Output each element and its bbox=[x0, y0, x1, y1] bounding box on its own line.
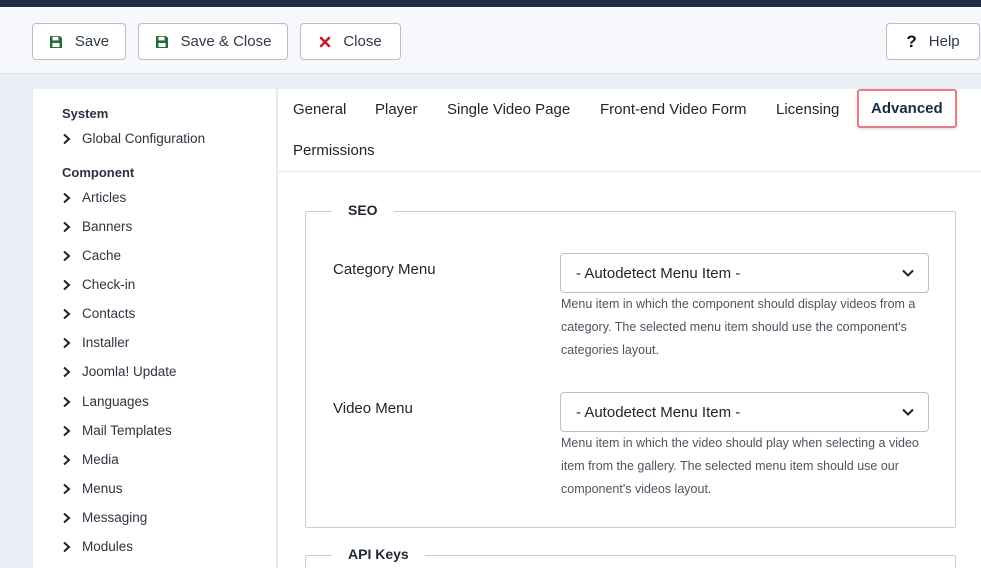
video-menu-value: - Autodetect Menu Item - bbox=[576, 403, 741, 421]
sidebar-item-contacts[interactable]: Contacts bbox=[62, 306, 135, 321]
close-button[interactable]: Close bbox=[300, 23, 401, 60]
chevron-down-icon bbox=[901, 405, 915, 423]
sidebar-item-label: Global Configuration bbox=[82, 131, 206, 146]
chevron-right-icon bbox=[62, 512, 82, 524]
category-menu-value: - Autodetect Menu Item - bbox=[576, 264, 741, 282]
help-button-label: Help bbox=[928, 33, 960, 50]
tab-player[interactable]: Player bbox=[375, 101, 418, 118]
tab-front-end-video-form[interactable]: Front-end Video Form bbox=[600, 101, 746, 118]
tab-permissions[interactable]: Permissions bbox=[293, 142, 375, 159]
chevron-right-icon bbox=[62, 366, 82, 378]
chevron-right-icon bbox=[62, 192, 82, 204]
chevron-down-icon bbox=[901, 266, 915, 284]
chevron-right-icon bbox=[62, 221, 82, 233]
chevron-right-icon bbox=[62, 425, 82, 437]
sidebar: System Global Configuration Component Ar… bbox=[33, 89, 276, 568]
sidebar-item-label: Articles bbox=[82, 190, 127, 205]
sidebar-item-media[interactable]: Media bbox=[62, 452, 119, 467]
save-button[interactable]: Save bbox=[32, 23, 126, 60]
tab-licensing[interactable]: Licensing bbox=[776, 101, 839, 118]
help-button[interactable]: ? Help bbox=[886, 23, 980, 60]
sidebar-item-label: Contacts bbox=[82, 306, 136, 321]
video-menu-help: Menu item in which the video should play… bbox=[561, 436, 919, 496]
api-keys-fieldset: API Keys bbox=[305, 546, 956, 568]
save-and-close-button[interactable]: Save & Close bbox=[138, 23, 288, 60]
sidebar-item-label: Languages bbox=[82, 394, 149, 409]
save-button-label: Save bbox=[74, 33, 110, 50]
sidebar-item-check-in[interactable]: Check-in bbox=[62, 277, 135, 292]
sidebar-item-languages[interactable]: Languages bbox=[62, 394, 149, 409]
save-and-close-button-label: Save & Close bbox=[180, 33, 272, 50]
chevron-right-icon bbox=[62, 541, 82, 553]
floppy-disk-icon bbox=[49, 35, 63, 49]
sidebar-item-installer[interactable]: Installer bbox=[62, 335, 129, 350]
tab-bar: General Player Single Video Page Front-e… bbox=[278, 89, 981, 172]
api-keys-legend: API Keys bbox=[332, 546, 425, 562]
sidebar-item-banners[interactable]: Banners bbox=[62, 219, 132, 234]
main-panel: General Player Single Video Page Front-e… bbox=[277, 89, 981, 568]
sidebar-item-label: Banners bbox=[82, 219, 133, 234]
chevron-right-icon bbox=[62, 396, 82, 408]
sidebar-item-label: Installer bbox=[82, 335, 130, 350]
sidebar-item-label: Messaging bbox=[82, 510, 148, 525]
seo-legend: SEO bbox=[332, 202, 394, 218]
tab-single-video-page[interactable]: Single Video Page bbox=[447, 101, 570, 118]
sidebar-item-label: Modules bbox=[82, 539, 134, 554]
question-mark-icon: ? bbox=[906, 31, 917, 51]
tab-advanced[interactable]: Advanced bbox=[857, 89, 957, 128]
chevron-right-icon bbox=[62, 279, 82, 291]
sidebar-item-label: Menus bbox=[82, 481, 123, 496]
sidebar-item-label: Check-in bbox=[82, 277, 136, 292]
sidebar-item-cache[interactable]: Cache bbox=[62, 248, 121, 263]
sidebar-heading-component: Component bbox=[62, 165, 135, 180]
sidebar-item-global-configuration[interactable]: Global Configuration bbox=[62, 131, 205, 146]
top-header-bar bbox=[0, 0, 981, 7]
video-menu-label: Video Menu bbox=[333, 400, 413, 417]
sidebar-item-menus[interactable]: Menus bbox=[62, 481, 123, 496]
tab-general[interactable]: General bbox=[293, 101, 346, 118]
video-menu-select[interactable]: - Autodetect Menu Item - bbox=[560, 392, 929, 432]
sidebar-item-modules[interactable]: Modules bbox=[62, 539, 133, 554]
chevron-right-icon bbox=[62, 308, 82, 320]
x-icon bbox=[319, 36, 331, 48]
sidebar-item-mail-templates[interactable]: Mail Templates bbox=[62, 423, 172, 438]
seo-fieldset: SEO Category Menu - Autodetect Menu Item… bbox=[305, 202, 956, 528]
chevron-right-icon bbox=[62, 337, 82, 349]
sidebar-heading-system: System bbox=[62, 106, 109, 121]
sidebar-item-label: Joomla! Update bbox=[82, 364, 177, 379]
chevron-right-icon bbox=[62, 483, 82, 495]
chevron-right-icon bbox=[62, 250, 82, 262]
sidebar-item-messaging[interactable]: Messaging bbox=[62, 510, 147, 525]
sidebar-item-label: Cache bbox=[82, 248, 122, 263]
category-menu-label: Category Menu bbox=[333, 261, 436, 278]
toolbar: Save Save & Close Close ? Help bbox=[0, 7, 981, 74]
close-button-label: Close bbox=[343, 33, 382, 50]
sidebar-item-joomla-update[interactable]: Joomla! Update bbox=[62, 364, 177, 379]
floppy-disk-icon bbox=[155, 35, 169, 49]
sidebar-item-label: Mail Templates bbox=[82, 423, 172, 438]
category-menu-help: Menu item in which the component should … bbox=[561, 297, 916, 357]
category-menu-select[interactable]: - Autodetect Menu Item - bbox=[560, 253, 929, 293]
sidebar-item-articles[interactable]: Articles bbox=[62, 190, 126, 205]
chevron-right-icon bbox=[62, 454, 82, 466]
chevron-right-icon bbox=[62, 133, 82, 145]
sidebar-item-label: Media bbox=[82, 452, 119, 467]
